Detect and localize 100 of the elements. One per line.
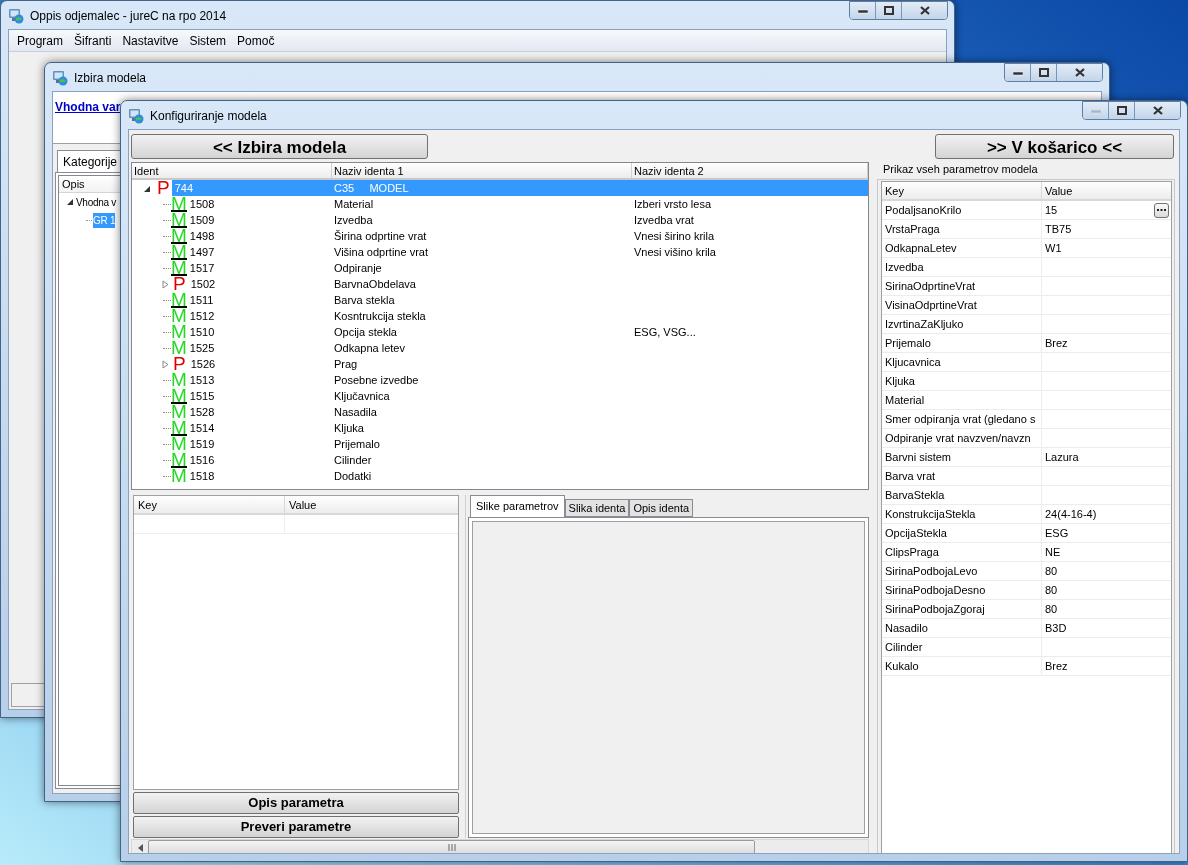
tree-item[interactable]: 1517 [186, 260, 332, 276]
group-title: Prikaz vseh parametrov modela [882, 162, 1039, 177]
column-header[interactable]: Value [285, 496, 458, 513]
column-header[interactable]: Naziv identa 2 [632, 163, 868, 178]
type-letter-icon: M [171, 308, 187, 324]
action-button[interactable]: Opis parametra [133, 792, 459, 814]
table-cell-text: Izberi vrsto lesa [633, 197, 713, 212]
type-letter-icon: M [171, 436, 187, 452]
table-cell: Nasadilo [882, 619, 1042, 637]
minimize-button[interactable] [850, 2, 876, 19]
maximize-icon [883, 6, 894, 15]
left-arrow-icon [137, 843, 143, 852]
scrollbar-thumb[interactable] [148, 840, 755, 853]
maximize-button[interactable] [1031, 64, 1057, 81]
back-button[interactable]: << Izbira modela [131, 134, 428, 159]
column-header[interactable]: Key [134, 496, 285, 513]
tree-item[interactable]: Vhodna v [76, 194, 116, 210]
table-cell: Material [882, 391, 1042, 409]
table-cell-text: Prijemalo [333, 437, 381, 452]
table-cell-text: Odkapna letev [333, 341, 406, 356]
table-cell-text: Nasadila [333, 405, 378, 420]
maximize-button[interactable] [876, 2, 902, 19]
menu-item[interactable]: Šifranti [74, 31, 112, 50]
table-cell: VrstaPraga [882, 220, 1042, 238]
minimize-button[interactable] [1005, 64, 1031, 81]
table-cell: SirinaPodbojaLevo [882, 562, 1042, 580]
tree-item[interactable]: 1515 [186, 388, 332, 404]
tree-item[interactable]: 1516 [186, 452, 332, 468]
maximize-icon [1038, 68, 1049, 77]
table-cell-text: Širina odprtine vrat [333, 229, 428, 244]
ellipsis-button[interactable] [1154, 202, 1169, 218]
table-cell: Barva vrat [882, 467, 1042, 485]
table-cell-text: Ključavnica [333, 389, 391, 404]
tree-item[interactable]: 1512 [186, 308, 332, 324]
table-cell: PodaljsanoKrilo [882, 201, 1042, 219]
tree-item[interactable]: 1519 [186, 436, 332, 452]
tree-item[interactable]: 1508 [186, 196, 332, 212]
tree-item[interactable]: 1509 [186, 212, 332, 228]
table-cell-text: BarvnaObdelava [333, 277, 417, 292]
table-cell-text: Prag [333, 357, 359, 372]
close-button[interactable] [902, 2, 947, 19]
tree-item[interactable]: 1526 [187, 356, 332, 372]
tab[interactable]: Slika identa [564, 499, 630, 517]
tab[interactable]: Slike parametrov [470, 495, 565, 517]
table-cell: Prijemalo [882, 334, 1042, 352]
column-header[interactable]: Key [882, 182, 1042, 199]
app-icon [52, 70, 68, 86]
table-cell-text: Izvedba vrat [633, 213, 695, 228]
table-cell: Barvni sistem [882, 448, 1042, 466]
cart-button[interactable]: >> V košarico << [935, 134, 1174, 159]
tree-item[interactable]: 1518 [186, 468, 332, 484]
ellipsis-icon [1157, 208, 1166, 212]
action-button[interactable]: Preveri parametre [133, 816, 459, 838]
close-icon [919, 6, 930, 15]
table-cell: Kljucavnica [882, 353, 1042, 371]
tree-item[interactable]: 1525 [186, 340, 332, 356]
table-cell-text: NE [1044, 544, 1062, 560]
table-cell-text: Kljuka [333, 421, 365, 436]
tree-item[interactable]: 1513 [186, 372, 332, 388]
menu-item[interactable]: Nastavitve [122, 31, 179, 50]
table-cell: Izvedba [882, 258, 1042, 276]
horizontal-scrollbar[interactable] [131, 839, 869, 853]
table-cell-text: Višina odprtine vrat [333, 245, 429, 260]
tree-item[interactable]: 1510 [186, 324, 332, 340]
tab[interactable]: Opis identa [629, 499, 694, 517]
type-letter-icon: P [171, 356, 188, 372]
tree-item[interactable]: 1502 [187, 276, 332, 292]
table-cell-text: Vnesi višino krila [633, 245, 717, 260]
type-letter-icon: M [171, 324, 187, 340]
table-cell: IzvrtinaZaKljuko [882, 315, 1042, 333]
table-cell-text: Lazura [1044, 449, 1080, 465]
table-cell-text: ESG, VSG... [633, 325, 697, 340]
tree-item[interactable]: 1511 [186, 292, 332, 308]
column-header[interactable]: Ident [132, 163, 332, 178]
window-title: Oppis odjemalec - jureC na rpo 2014 [30, 8, 227, 25]
table-cell-text: Brez [1044, 335, 1069, 351]
table-cell-text: 24(4-16-4) [1044, 506, 1098, 522]
tree-item[interactable]: 1514 [186, 420, 332, 436]
table-cell-text: TB75 [1044, 221, 1073, 237]
table-cell-text: Brez [1044, 658, 1069, 674]
maximize-icon [1116, 106, 1127, 115]
column-header[interactable]: Value [1042, 182, 1171, 199]
table-cell: SirinaPodbojaZgoraj [882, 600, 1042, 618]
menu-item[interactable]: Program [17, 31, 63, 50]
minimize-icon [857, 7, 868, 14]
close-button[interactable] [1135, 102, 1180, 119]
table-cell: Kljuka [882, 372, 1042, 390]
table-cell: C35 MODEL [332, 180, 632, 196]
tree-item[interactable]: 1498 [186, 228, 332, 244]
close-button[interactable] [1057, 64, 1102, 81]
maximize-button[interactable] [1109, 102, 1135, 119]
menu-item[interactable]: Sistem [189, 31, 227, 50]
table-cell-text: Odpiranje [333, 261, 383, 276]
tree-item[interactable]: 1497 [186, 244, 332, 260]
menu-item[interactable]: Pomoč [237, 31, 275, 50]
table-cell: KonstrukcijaStekla [882, 505, 1042, 523]
minimize-icon [1090, 107, 1101, 114]
column-header[interactable]: Naziv identa 1 [332, 163, 632, 178]
link[interactable]: Vhodna var [55, 100, 121, 114]
tree-item[interactable]: 1528 [186, 404, 332, 420]
